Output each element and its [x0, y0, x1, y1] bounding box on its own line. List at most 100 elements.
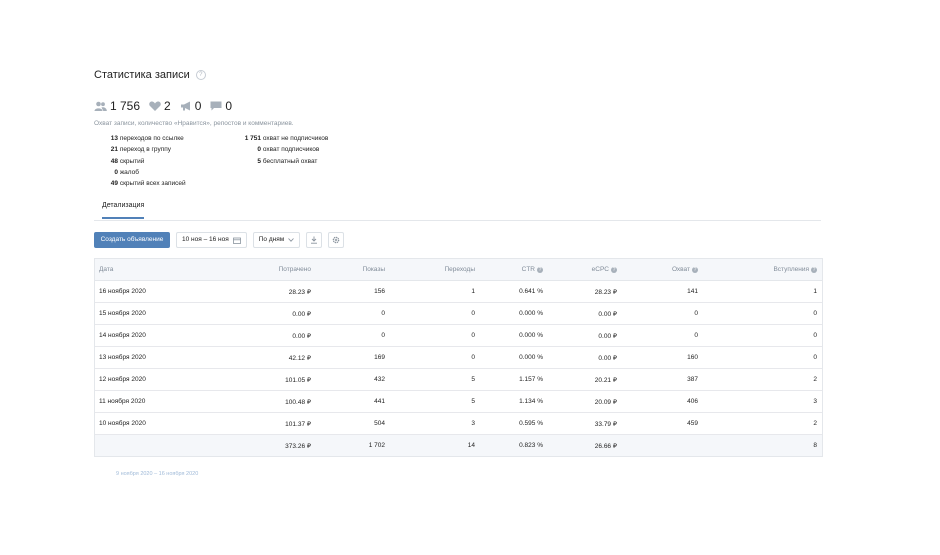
table-total-row: 373.26 ₽ 1 702 14 0.823 % 26.66 ₽ 8 — [95, 435, 822, 457]
cell-impressions: 441 — [374, 398, 385, 406]
comments-counter[interactable]: 0 — [210, 99, 232, 113]
header-joins-label: Вступления — [773, 266, 809, 274]
header-impressions[interactable]: Показы — [311, 266, 385, 273]
tab-details[interactable]: Детализация — [102, 202, 145, 220]
header-reach[interactable]: Охват? — [617, 266, 698, 273]
cell-date: 10 ноября 2020 — [99, 420, 146, 428]
counters-row: 1 756 2 0 0 — [94, 98, 821, 114]
cell-date: 15 ноября 2020 — [99, 310, 146, 318]
reach-counter: 1 756 — [94, 99, 140, 113]
header-reach-label: Охват — [671, 266, 690, 274]
cell-ctr: 1.134 % — [519, 398, 543, 406]
total-ecpc: 26.66 ₽ — [594, 442, 617, 450]
cell-date: 13 ноября 2020 — [99, 354, 146, 362]
total-spent: 373.26 ₽ — [285, 442, 311, 450]
question-circle-icon[interactable]: ? — [195, 70, 206, 80]
stats-table: Дата Потрачено Показы Переходы CTR? eCPC… — [94, 258, 823, 458]
cell-clicks: 3 — [471, 420, 475, 428]
cell-reach: 141 — [687, 288, 698, 296]
header-clicks[interactable]: Переходы — [385, 266, 476, 273]
download-button[interactable] — [306, 232, 323, 249]
cell-ctr: 0.000 % — [519, 310, 543, 318]
cell-ctr: 0.000 % — [519, 354, 543, 362]
cell-ecpc: 28.23 ₽ — [594, 288, 617, 296]
cell-reach: 0 — [694, 332, 698, 340]
cell-reach: 387 — [687, 376, 698, 384]
period-link[interactable]: 9 ноября 2020 – 16 ноября 2020 — [116, 471, 821, 477]
breakdown-item: 0 охват подписчиков — [257, 146, 320, 154]
date-range-label: 10 ноя – 16 ноя — [182, 236, 229, 244]
cell-joins: 0 — [813, 310, 817, 318]
cell-clicks: 0 — [471, 310, 475, 318]
breakdown-item: 0 жалоб — [114, 168, 139, 176]
cell-impressions: 156 — [374, 288, 385, 296]
megaphone-icon — [180, 101, 190, 111]
users-icon — [94, 101, 107, 111]
settings-button[interactable] — [328, 232, 345, 249]
reach-count: 1 756 — [110, 99, 141, 113]
likes-count: 2 — [164, 99, 171, 113]
table-row: 12 ноября 2020 101.05 ₽ 432 5 1.157 % 20… — [95, 369, 822, 392]
post-stats-page: Статистика записи ? 1 756 2 0 0 Охват за… — [94, 66, 823, 477]
reposts-count: 0 — [194, 99, 202, 113]
cell-date: 14 ноября 2020 — [99, 332, 146, 340]
cell-joins: 3 — [813, 398, 817, 406]
question-circle-icon[interactable]: ? — [811, 266, 817, 273]
cell-ctr: 0.641 % — [519, 288, 543, 296]
header-ecpc[interactable]: eCPC? — [543, 266, 617, 273]
cell-joins: 2 — [813, 420, 817, 428]
gear-icon — [332, 237, 340, 244]
cell-clicks: 0 — [471, 354, 475, 362]
cell-ecpc: 20.21 ₽ — [594, 376, 617, 384]
page-title: Статистика записи — [94, 69, 190, 81]
tabs-bar: Детализация — [94, 200, 821, 222]
total-impressions: 1 702 — [368, 442, 385, 450]
cell-impressions: 432 — [374, 376, 385, 384]
cell-joins: 0 — [813, 354, 817, 362]
breakdown-item: 5 бесплатный охват — [257, 157, 318, 165]
cell-spent: 101.37 ₽ — [285, 420, 311, 428]
chevron-down-icon — [288, 238, 295, 243]
cell-impressions: 0 — [381, 332, 385, 340]
table-row: 15 ноября 2020 0.00 ₽ 0 0 0.000 % 0.00 ₽… — [95, 303, 822, 326]
breakdown-item: 48 скрытий — [110, 157, 145, 165]
date-range-picker[interactable]: 10 ноя – 16 ноя — [176, 232, 247, 249]
cell-spent: 0.00 ₽ — [292, 310, 311, 318]
cell-spent: 28.23 ₽ — [288, 288, 311, 296]
header-ctr[interactable]: CTR? — [475, 266, 543, 273]
header-spent[interactable]: Потрачено — [225, 266, 311, 273]
comment-icon — [210, 101, 222, 111]
cell-date: 12 ноября 2020 — [99, 376, 146, 384]
cell-clicks: 5 — [471, 376, 475, 384]
cell-impressions: 169 — [374, 354, 385, 362]
header-ctr-label: CTR — [521, 266, 535, 274]
cell-joins: 0 — [813, 332, 817, 340]
grouping-select[interactable]: По дням — [252, 232, 301, 249]
cell-joins: 1 — [813, 288, 817, 296]
stats-subtitle: Охват записи, количество «Нравится», реп… — [94, 120, 294, 127]
stats-breakdown: 13 переходов по ссылке 21 переход в груп… — [94, 133, 821, 189]
title-row: Статистика записи ? — [94, 66, 821, 84]
breakdown-item: 13 переходов по ссылке — [110, 135, 184, 142]
breakdown-item: 1 751 охват не подписчиков — [244, 135, 329, 142]
cell-reach: 160 — [687, 354, 698, 362]
calendar-icon — [232, 237, 241, 244]
comments-count: 0 — [225, 99, 233, 113]
grouping-label: По дням — [258, 236, 285, 244]
table-header: Дата Потрачено Показы Переходы CTR? eCPC… — [95, 259, 822, 282]
total-joins: 8 — [813, 442, 817, 450]
cell-reach: 0 — [694, 310, 698, 318]
breakdown-right-column: 1 751 охват не подписчиков 0 охват подпи… — [234, 133, 329, 189]
header-date[interactable]: Дата — [95, 266, 225, 273]
cell-ecpc: 0.00 ₽ — [598, 332, 617, 340]
header-joins[interactable]: Вступления? — [698, 266, 817, 273]
cell-ecpc: 20.09 ₽ — [594, 398, 617, 406]
table-row: 11 ноября 2020 100.48 ₽ 441 5 1.134 % 20… — [95, 391, 822, 414]
cell-clicks: 0 — [471, 332, 475, 340]
cell-spent: 101.05 ₽ — [285, 376, 311, 384]
reposts-counter[interactable]: 0 — [180, 99, 202, 113]
likes-counter[interactable]: 2 — [149, 99, 171, 113]
download-icon — [311, 236, 318, 245]
breakdown-left-column: 13 переходов по ссылке 21 переход в груп… — [94, 133, 234, 189]
create-ad-button[interactable]: Создать объявление — [94, 232, 170, 249]
